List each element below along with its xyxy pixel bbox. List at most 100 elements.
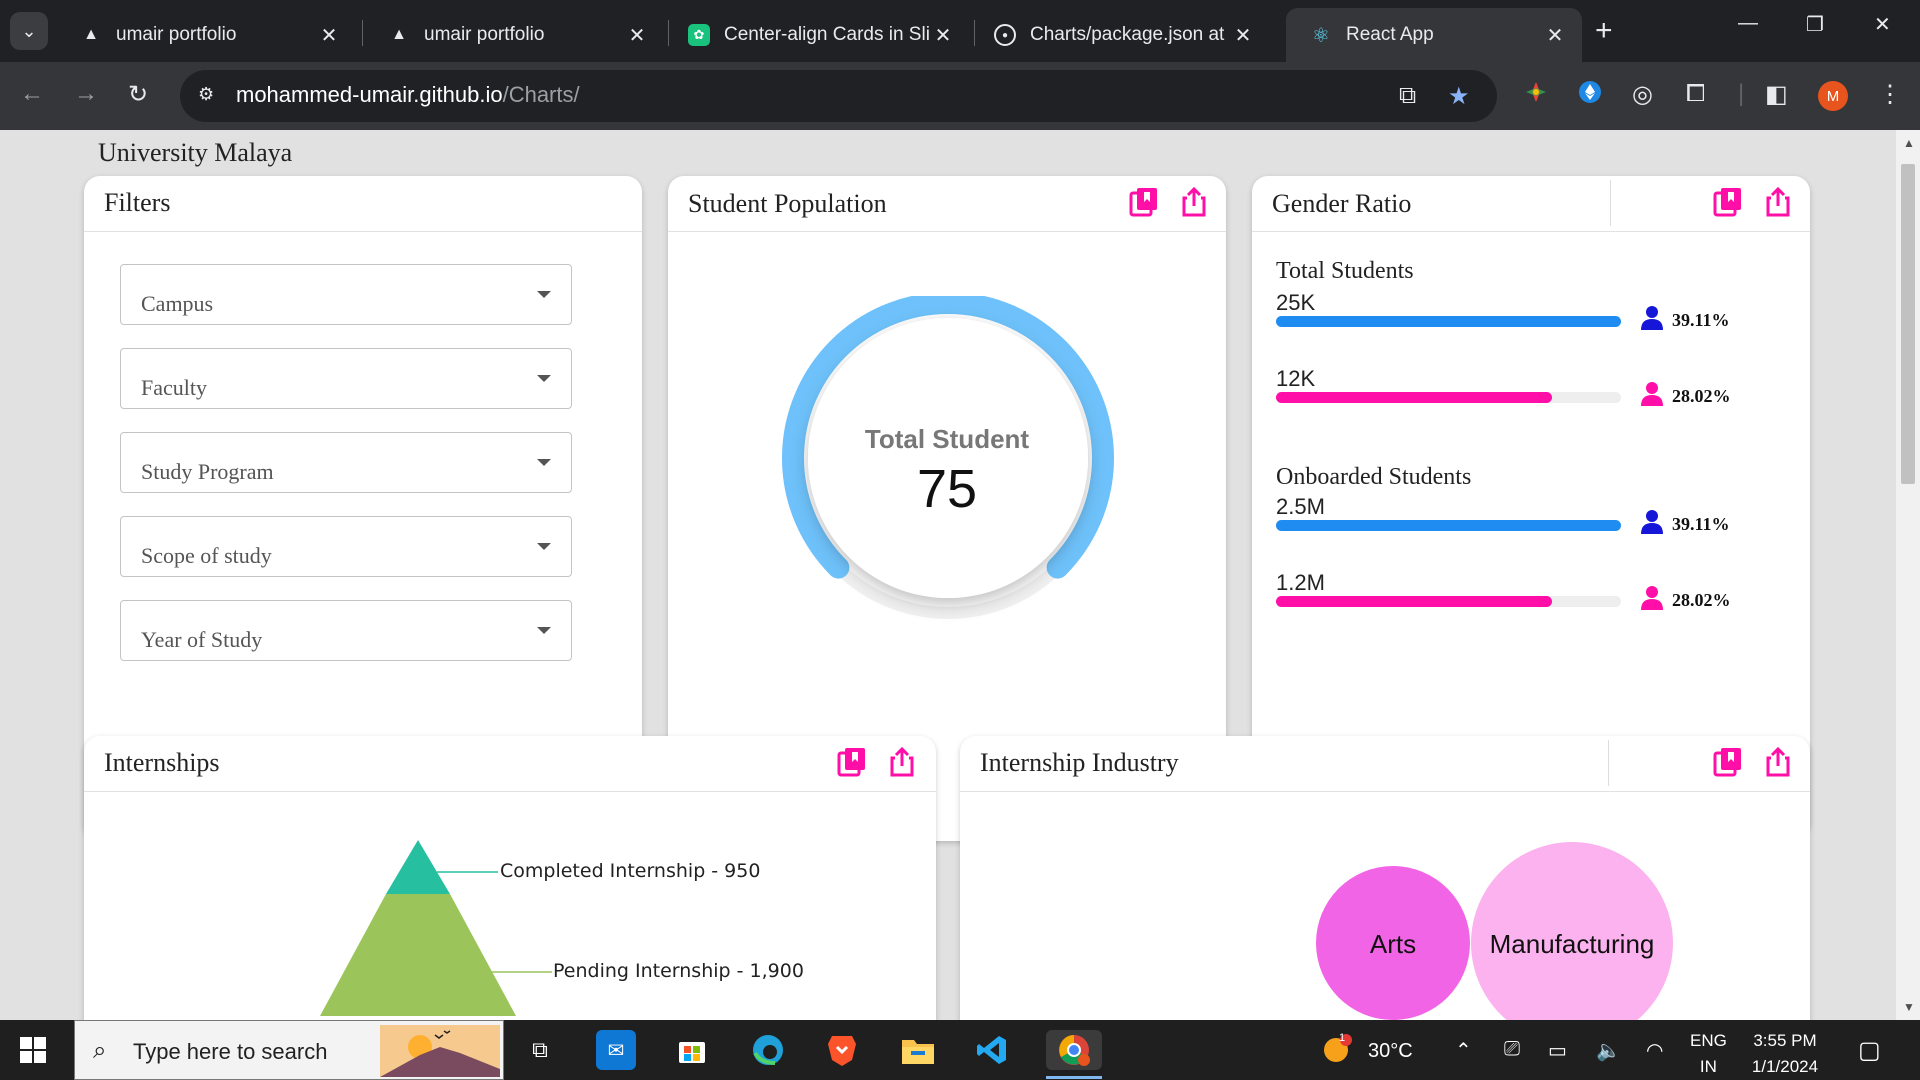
back-arrow-icon[interactable]: ← [20, 80, 44, 108]
bookmark-stack-icon[interactable] [1712, 186, 1744, 218]
kebab-menu-icon[interactable]: ⋮ [1878, 80, 1902, 109]
new-tab-button[interactable]: + [1595, 14, 1613, 48]
internship-industry-card: Internship Industry Arts Manufacturing [960, 736, 1810, 1020]
close-icon[interactable]: ✕ [624, 23, 650, 48]
file-explorer-icon[interactable] [898, 1030, 938, 1070]
input-language[interactable]: ENG IN [1690, 1028, 1727, 1080]
lang-code: ENG [1690, 1031, 1727, 1050]
meet-now-icon[interactable]: ⎚ [1504, 1038, 1520, 1061]
select-label: Scope of study [141, 543, 272, 568]
task-view-icon[interactable]: ⧉ [520, 1030, 560, 1070]
onboarded-male-value: 2.5M [1276, 494, 1325, 519]
tab-react-app[interactable]: ⚛ React App ✕ [1286, 8, 1582, 62]
vscode-icon[interactable] [972, 1030, 1012, 1070]
chevron-down-icon [537, 375, 551, 382]
minimize-icon[interactable]: — [1738, 12, 1758, 35]
address-bar[interactable]: ⚙ mohammed-umair.github.io/Charts/ ⧉ ★ [180, 70, 1497, 122]
browser-toolbar: ← → ↻ ⚙ mohammed-umair.github.io/Charts/… [0, 62, 1920, 130]
site-settings-icon[interactable]: ⚙ [198, 84, 222, 108]
onboarded-female-bar [1276, 596, 1621, 607]
taskbar-search-box[interactable]: ⌕ Type here to search [74, 1020, 504, 1080]
header-divider [1610, 180, 1611, 226]
gender-ratio-title: Gender Ratio [1272, 189, 1412, 218]
select-label: Campus [141, 291, 214, 316]
tab-label: Charts/package.json at m [1030, 24, 1230, 45]
scope-of-study-select[interactable]: Scope of study [120, 516, 572, 577]
faculty-select[interactable]: Faculty [120, 348, 572, 409]
year-of-study-select[interactable]: Year of Study [120, 600, 572, 661]
share-icon[interactable] [1762, 186, 1794, 218]
card-header: Filters [84, 176, 642, 232]
chevron-up-icon[interactable]: ⌃ [1455, 1038, 1472, 1063]
share-icon[interactable] [1178, 186, 1210, 218]
mail-app-icon[interactable]: ✉ [596, 1030, 636, 1070]
tab-divider [362, 20, 363, 46]
page-scrollbar[interactable]: ▲ ▼ [1896, 130, 1920, 1020]
tab-umair-portfolio-1[interactable]: ▲ umair portfolio ✕ [56, 8, 356, 62]
onboarded-students-title: Onboarded Students [1276, 464, 1472, 490]
notifications-icon[interactable]: ▢ [1858, 1036, 1881, 1065]
bookmark-star-icon[interactable]: ★ [1448, 82, 1470, 111]
tab-charts-package-json[interactable]: ● Charts/package.json at m ✕ [970, 8, 1270, 62]
close-icon[interactable]: ✕ [1230, 23, 1256, 48]
card-header: Student Population [668, 176, 1226, 232]
edge-browser-icon[interactable] [748, 1030, 788, 1070]
close-icon[interactable]: ✕ [316, 23, 342, 48]
scrollbar-thumb[interactable] [1901, 164, 1915, 484]
forward-arrow-icon[interactable]: → [74, 80, 98, 108]
search-icon: ⌕ [93, 1037, 107, 1064]
male-percentage: 39.11% [1672, 514, 1730, 534]
campus-select[interactable]: Campus [120, 264, 572, 325]
close-icon[interactable]: ✕ [930, 23, 956, 48]
industry-bubble-chart [1316, 842, 1673, 1020]
chevron-down-icon [537, 543, 551, 550]
install-app-icon[interactable]: ⧉ [1399, 82, 1416, 110]
bubble-label-manufacturing: Manufacturing [1489, 929, 1655, 959]
female-percentage: 28.02% [1672, 590, 1731, 610]
tab-umair-portfolio-2[interactable]: ▲ umair portfolio ✕ [364, 8, 664, 62]
brave-browser-icon[interactable] [822, 1030, 862, 1070]
windows-start-icon[interactable] [20, 1037, 46, 1063]
browser-tab-strip: ⌄ ▲ umair portfolio ✕ ▲ umair portfolio … [0, 0, 1920, 62]
select-label: Year of Study [141, 627, 263, 652]
bubble-label-arts: Arts [1369, 929, 1417, 959]
tab-center-align-cards[interactable]: ✿ Center-align Cards in Slic ✕ [664, 8, 970, 62]
system-clock[interactable]: 3:55 PM 1/1/2024 [1730, 1028, 1840, 1080]
battery-icon[interactable]: ▭ [1548, 1038, 1567, 1063]
internships-card: Internships Completed Internship - 950 P… [84, 736, 936, 1020]
windows-taskbar: ⌕ Type here to search ⧉ ✉ 1 30°C ⌃ ⎚ ▭ 🔈… [0, 1020, 1920, 1080]
tab-search-button[interactable]: ⌄ [10, 12, 48, 50]
scroll-up-arrow-icon[interactable]: ▲ [1903, 136, 1915, 150]
side-panel-icon[interactable]: ◧ [1765, 80, 1788, 109]
study-program-select[interactable]: Study Program [120, 432, 572, 493]
total-students-title: Total Students [1276, 258, 1414, 284]
close-icon[interactable]: ✕ [1542, 23, 1568, 48]
male-person-icon [1641, 306, 1663, 330]
total-male-value: 25K [1276, 290, 1316, 315]
extensions-puzzle-icon[interactable]: ⧠ [1686, 80, 1705, 108]
completed-internship-label: Completed Internship - 950 [500, 860, 761, 882]
gauge-label: Total Student [864, 424, 1030, 454]
wifi-icon[interactable]: ◠ [1646, 1038, 1663, 1063]
pyramid-level-completed [386, 840, 450, 894]
profile-avatar[interactable]: M [1818, 81, 1848, 111]
url-text[interactable]: mohammed-umair.github.io/Charts/ [236, 82, 580, 108]
bookmark-stack-icon[interactable] [1128, 186, 1160, 218]
scroll-down-arrow-icon[interactable]: ▼ [1903, 1000, 1915, 1014]
reload-icon[interactable]: ↻ [128, 80, 148, 109]
target-extension-icon[interactable]: ◎ [1632, 80, 1653, 109]
chatgpt-icon: ✿ [688, 24, 710, 46]
close-window-icon[interactable]: ✕ [1874, 12, 1891, 37]
ethereum-extension-icon[interactable] [1578, 80, 1602, 111]
weather-temperature[interactable]: 30°C [1368, 1040, 1413, 1063]
org-name: University Malaya [98, 138, 293, 167]
volume-icon[interactable]: 🔈 [1596, 1038, 1621, 1063]
pyramid-level-pending [320, 894, 516, 1016]
weather-icon[interactable] [1322, 1034, 1352, 1070]
chrome-browser-icon[interactable] [1046, 1030, 1102, 1070]
microsoft-store-icon[interactable] [672, 1030, 712, 1070]
bar-fill [1276, 520, 1621, 531]
color-picker-extension-icon[interactable] [1524, 80, 1548, 111]
restore-icon[interactable]: ❐ [1806, 12, 1824, 37]
react-icon: ⚛ [1312, 24, 1330, 47]
